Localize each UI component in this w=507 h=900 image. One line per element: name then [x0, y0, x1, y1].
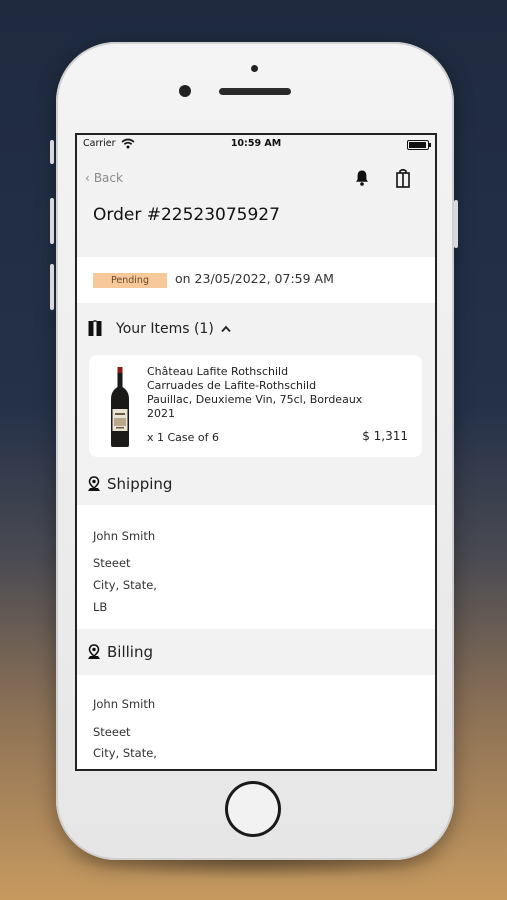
battery-icon: [407, 140, 431, 150]
power-button: [454, 200, 458, 248]
shopping-bag-icon[interactable]: [395, 168, 411, 188]
bell-icon[interactable]: [354, 169, 370, 187]
proximity-sensor: [251, 65, 258, 72]
location-pin-icon: [88, 476, 100, 491]
billing-name: John Smith: [93, 697, 156, 711]
app-screen: Carrier 10:59 AM ‹ Back Order #2252307592…: [75, 133, 437, 771]
volume-up-button: [50, 198, 54, 244]
earpiece-speaker: [219, 88, 291, 95]
status-bar: Carrier 10:59 AM: [77, 135, 435, 153]
billing-city: City, State,: [93, 746, 157, 760]
shipping-header: Shipping: [107, 475, 173, 493]
back-label: Back: [93, 171, 123, 185]
home-button[interactable]: [225, 781, 281, 837]
item-name: Château Lafite Rothschild Carruades de L…: [147, 365, 363, 420]
shipping-name: John Smith: [93, 529, 156, 543]
wine-bottle-image: [111, 367, 129, 447]
shipping-address-block: John Smith Steeet City, State, LB: [77, 505, 435, 629]
billing-street: Steeet: [93, 725, 131, 739]
status-time: 10:59 AM: [230, 138, 282, 149]
wine-box-icon: [88, 320, 102, 336]
item-price: $ 1,311: [362, 429, 408, 443]
order-item-card[interactable]: Château Lafite Rothschild Carruades de L…: [89, 355, 422, 457]
back-button[interactable]: ‹ Back: [85, 171, 123, 185]
silent-switch: [50, 140, 54, 164]
order-date: on 23/05/2022, 07:59 AM: [175, 271, 334, 286]
billing-header: Billing: [107, 643, 153, 661]
chevron-up-icon: [221, 325, 231, 333]
front-camera-icon: [179, 85, 191, 97]
status-badge: Pending: [93, 273, 167, 288]
shipping-street: Steeet: [93, 556, 131, 570]
order-title: Order #22523075927: [93, 205, 280, 225]
items-header-label: Your Items (1): [116, 321, 214, 337]
chevron-left-icon: ‹: [85, 171, 90, 185]
volume-down-button: [50, 264, 54, 310]
order-status-row: Pending on 23/05/2022, 07:59 AM: [77, 257, 435, 303]
shipping-country: LB: [93, 600, 108, 614]
items-section-header[interactable]: Your Items (1): [77, 309, 435, 349]
shipping-city: City, State,: [93, 578, 157, 592]
location-pin-icon: [88, 644, 100, 659]
billing-address-block: John Smith Steeet City, State,: [77, 675, 435, 769]
item-quantity: x 1 Case of 6: [147, 431, 220, 444]
